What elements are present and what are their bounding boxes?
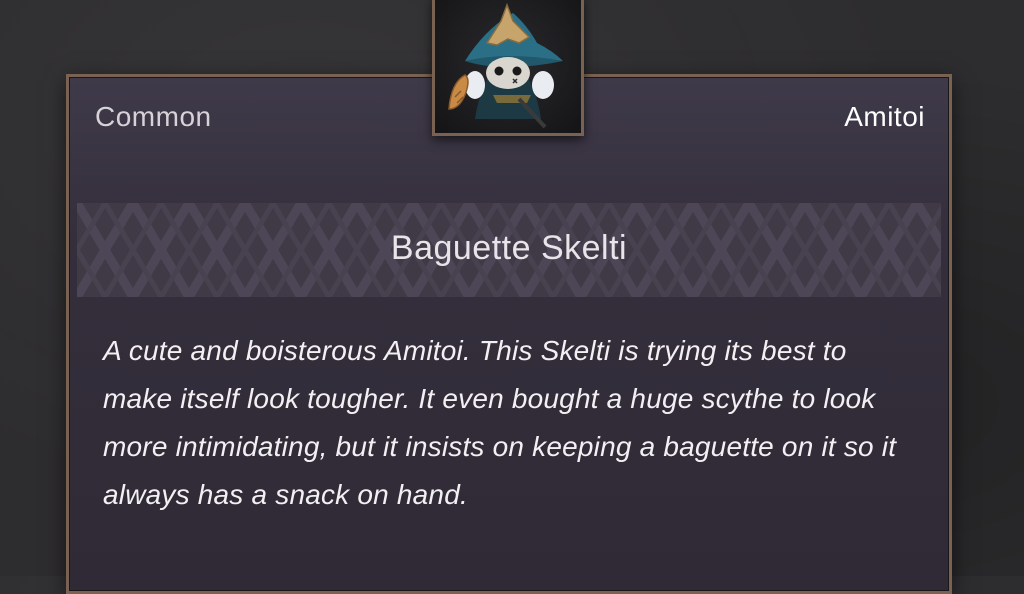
item-description: A cute and boisterous Amitoi. This Skelt… [103, 335, 897, 510]
item-name: Baguette Skelti [390, 229, 628, 267]
item-card: Common Amitoi Baguette Skelti A cute and… [66, 74, 952, 594]
portrait-frame [432, 0, 584, 136]
rarity-label: Common [95, 101, 212, 132]
skelti-amitoi-icon [448, 2, 563, 129]
category-label: Amitoi [844, 101, 925, 132]
name-banner: Baguette Skelti [77, 203, 941, 297]
